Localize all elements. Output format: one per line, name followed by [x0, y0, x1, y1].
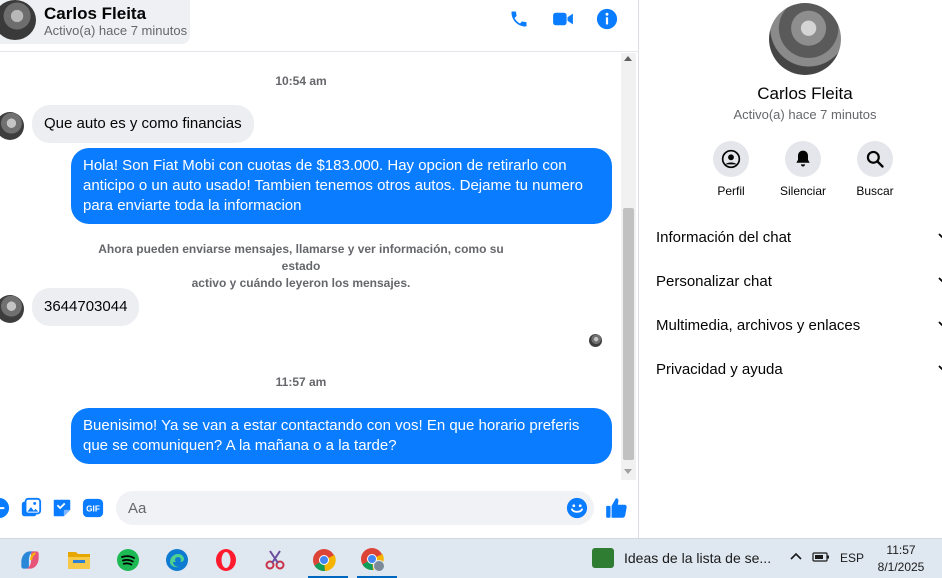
chrome-icon[interactable]: [304, 543, 348, 578]
profile-button[interactable]: Perfil: [701, 141, 761, 198]
search-button-label: Buscar: [856, 184, 894, 198]
profile-icon[interactable]: [713, 141, 749, 177]
profile-status: Activo(a) hace 7 minutos: [733, 107, 877, 122]
chat-header: Carlos Fleita Activo(a) hace 7 minutos: [0, 0, 639, 52]
opera-icon[interactable]: [206, 543, 246, 577]
sender-avatar[interactable]: [0, 112, 24, 140]
message-timestamp: 11:57 am: [275, 375, 327, 389]
emoji-icon[interactable]: [566, 497, 588, 519]
widget-text: Ideas de la lista de se...: [624, 550, 772, 566]
contact-header-button[interactable]: Carlos Fleita Activo(a) hace 7 minutos: [0, 0, 190, 44]
incoming-message[interactable]: 3644703044: [32, 288, 140, 326]
section-chat-info[interactable]: Información del chat: [656, 223, 942, 253]
message-input[interactable]: [116, 491, 594, 525]
section-customize-chat[interactable]: Personalizar chat: [656, 267, 942, 297]
profile-button-label: Perfil: [717, 184, 745, 198]
svg-text:GIF: GIF: [86, 505, 100, 514]
taskbar: Ideas de la lista de se... ESP 11:57 8/1…: [0, 538, 942, 578]
mute-button[interactable]: Silenciar: [773, 141, 833, 198]
section-label: Multimedia, archivos y enlaces: [656, 317, 861, 334]
widget-icon: [592, 548, 614, 568]
battery-icon[interactable]: [812, 551, 830, 563]
contact-name[interactable]: Carlos Fleita: [44, 4, 146, 24]
snipping-tool-icon[interactable]: [255, 543, 295, 577]
search-icon[interactable]: [857, 141, 893, 177]
message-list: 10:54 am Que auto es y como financias Ho…: [0, 53, 620, 480]
gif-icon[interactable]: GIF: [82, 497, 104, 519]
message-scrollbar[interactable]: [621, 53, 636, 480]
chat-pane: Carlos Fleita Activo(a) hace 7 minutos 1…: [0, 0, 639, 538]
section-label: Información del chat: [656, 229, 792, 246]
file-explorer-icon[interactable]: [59, 543, 99, 577]
scroll-down-arrow-icon[interactable]: [624, 469, 632, 474]
news-widget[interactable]: Ideas de la lista de se...: [590, 547, 772, 571]
clock-time: 11:57: [886, 543, 916, 557]
outgoing-message[interactable]: Buenisimo! Ya se van a estar contactando…: [71, 408, 612, 464]
thumbs-up-icon[interactable]: [604, 495, 630, 521]
outgoing-message[interactable]: Hola! Son Fiat Mobi con cuotas de $183.0…: [71, 148, 612, 224]
search-button[interactable]: Buscar: [845, 141, 905, 198]
phone-icon[interactable]: [508, 8, 530, 30]
chevron-down-icon: [938, 233, 942, 239]
system-notice: Ahora pueden enviarse mensajes, llamarse…: [80, 241, 522, 292]
chevron-down-icon: [938, 321, 942, 327]
chevron-down-icon: [938, 365, 942, 371]
video-call-icon[interactable]: [552, 8, 574, 30]
clock-date: 8/1/2025: [877, 560, 925, 574]
sticker-icon[interactable]: [51, 497, 73, 519]
language-indicator[interactable]: ESP: [840, 551, 864, 565]
edge-icon[interactable]: [157, 543, 197, 577]
section-label: Privacidad y ayuda: [656, 361, 783, 378]
scrollbar-thumb[interactable]: [623, 208, 634, 460]
image-icon[interactable]: [20, 497, 42, 519]
section-privacy-help[interactable]: Privacidad y ayuda: [656, 355, 942, 385]
sender-avatar[interactable]: [0, 295, 24, 323]
contact-status: Activo(a) hace 7 minutos: [44, 23, 188, 38]
scroll-up-arrow-icon[interactable]: [624, 56, 632, 61]
copilot-icon[interactable]: [10, 543, 50, 577]
chevron-up-icon[interactable]: [790, 551, 802, 561]
read-receipt-avatar: [589, 334, 602, 347]
message-timestamp: 10:54 am: [275, 74, 327, 88]
chrome-profile-icon[interactable]: [353, 543, 397, 578]
system-notice-line: Ahora pueden enviarse mensajes, llamarse…: [98, 242, 504, 273]
chevron-down-icon: [938, 277, 942, 283]
info-icon[interactable]: [596, 8, 618, 30]
mute-button-label: Silenciar: [779, 184, 827, 198]
contact-avatar[interactable]: [0, 0, 36, 40]
profile-picture[interactable]: [769, 3, 841, 75]
incoming-message[interactable]: Que auto es y como financias: [32, 105, 254, 143]
bell-icon[interactable]: [785, 141, 821, 177]
system-notice-line: activo y cuándo leyeron los mensajes.: [191, 276, 411, 290]
chat-info-panel: Carlos Fleita Activo(a) hace 7 minutos P…: [640, 0, 942, 538]
plus-icon[interactable]: [0, 497, 10, 519]
system-clock[interactable]: 11:57 8/1/2025: [870, 542, 932, 576]
profile-name: Carlos Fleita: [757, 84, 853, 103]
spotify-icon[interactable]: [108, 543, 148, 577]
section-label: Personalizar chat: [656, 273, 772, 290]
section-media-files-links[interactable]: Multimedia, archivos y enlaces: [656, 311, 942, 341]
message-composer: GIF: [0, 486, 639, 532]
